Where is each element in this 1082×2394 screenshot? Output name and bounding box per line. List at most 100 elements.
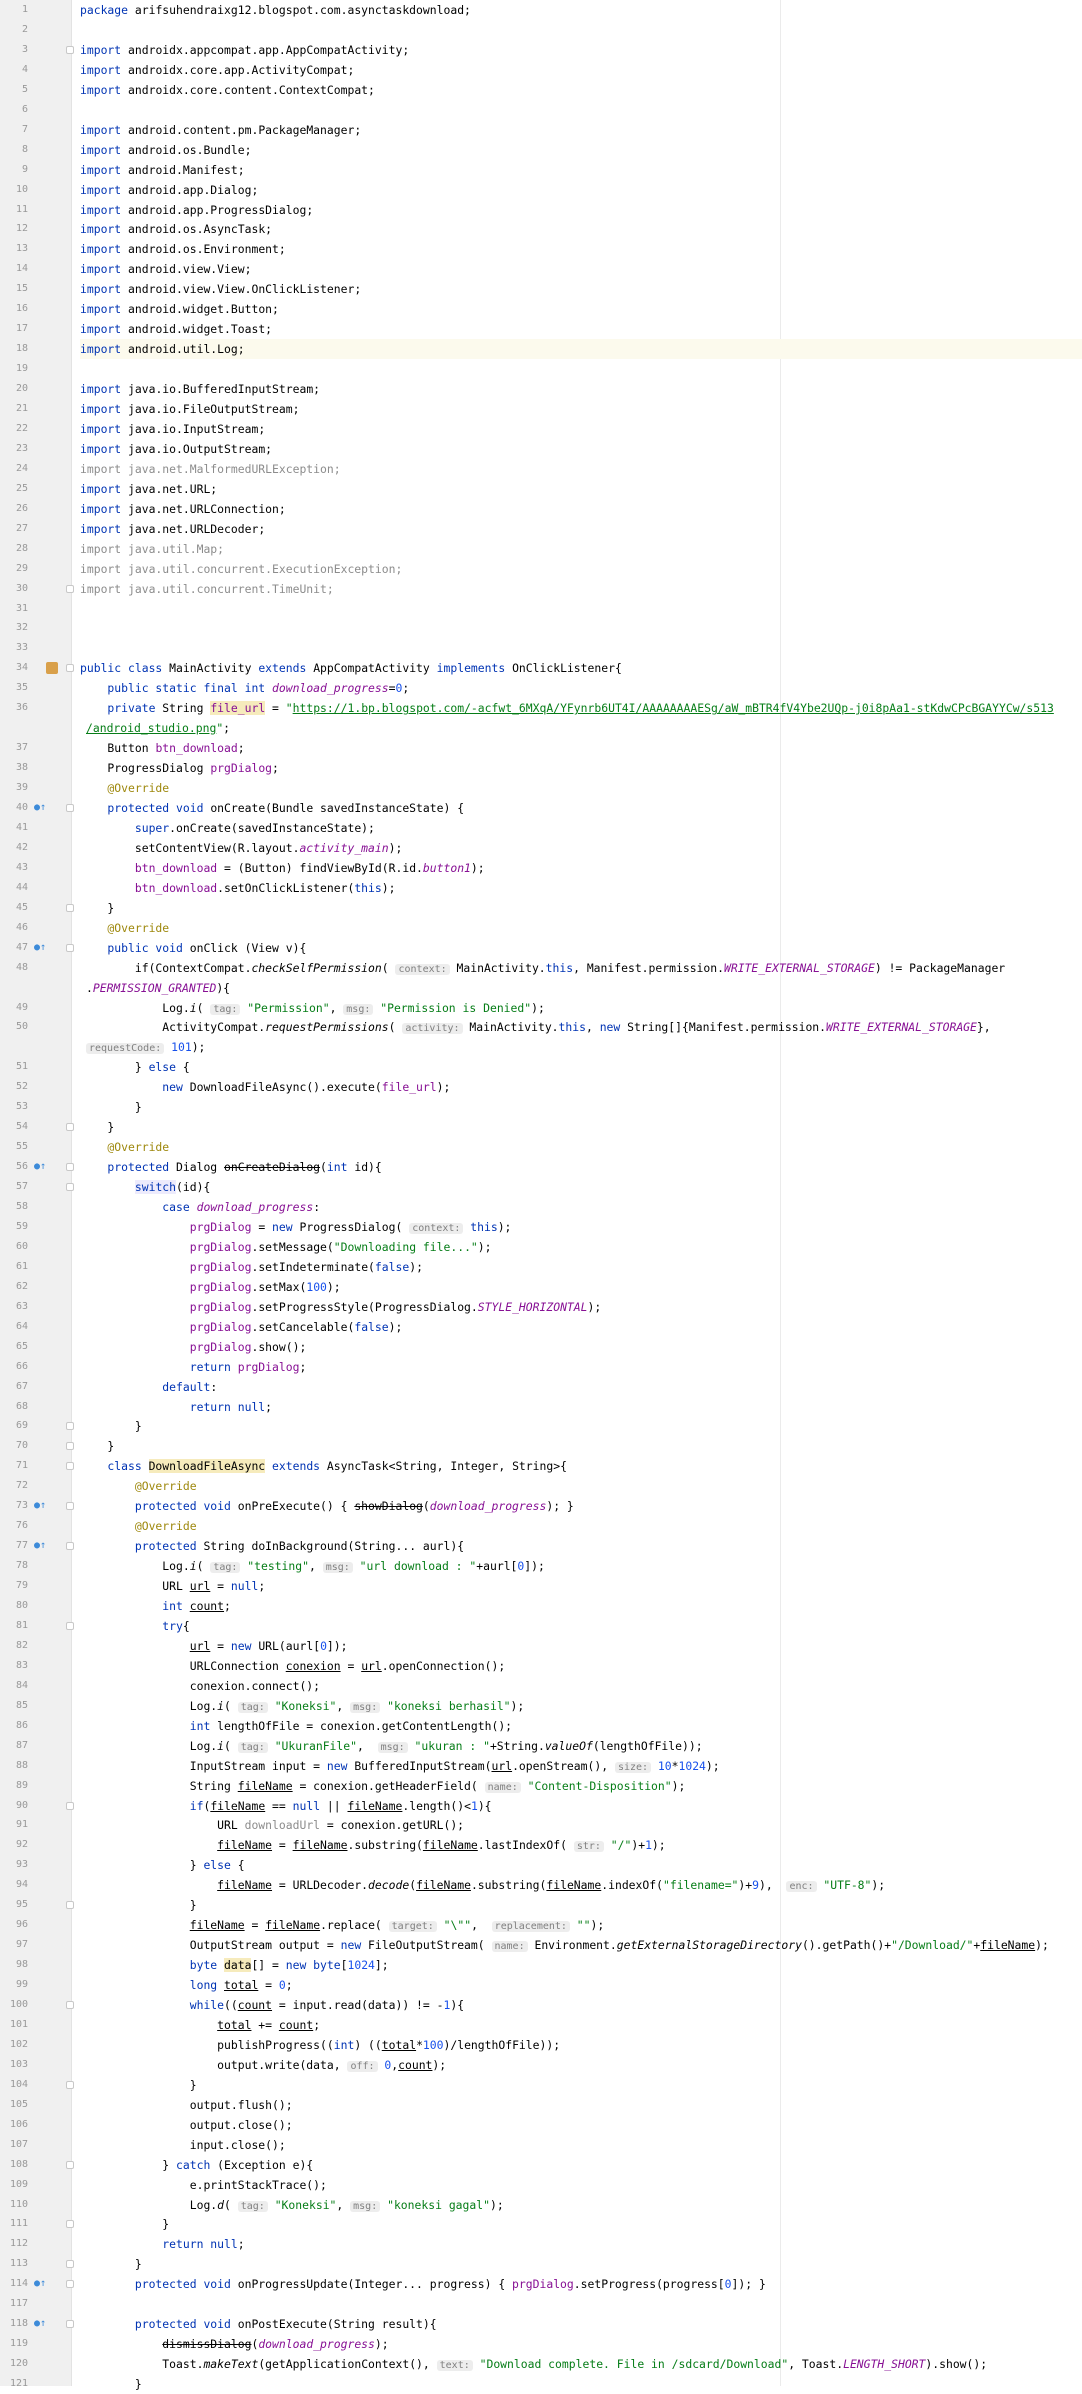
code-line[interactable]: } [80, 1895, 1082, 1915]
code-line[interactable]: URL url = null; [80, 1576, 1082, 1596]
code-line[interactable]: protected void onCreate(Bundle savedInst… [80, 798, 1082, 818]
code-line[interactable]: @Override [80, 1476, 1082, 1496]
code-line[interactable]: } else { [80, 1057, 1082, 1077]
code-line[interactable]: byte data[] = new byte[1024]; [80, 1955, 1082, 1975]
code-line[interactable]: Toast.makeText(getApplicationContext(), … [80, 2354, 1082, 2374]
code-line[interactable]: return prgDialog; [80, 1357, 1082, 1377]
code-line[interactable]: output.flush(); [80, 2095, 1082, 2115]
class-run-icon[interactable] [46, 662, 58, 675]
code-line[interactable]: import android.widget.Button; [80, 299, 1082, 319]
code-line[interactable]: import android.content.pm.PackageManager… [80, 120, 1082, 140]
fold-toggle-icon[interactable] [66, 1502, 74, 1511]
override-icon[interactable]: ●↑ [34, 2314, 46, 2334]
code-line[interactable]: import android.os.Environment; [80, 239, 1082, 259]
code-line[interactable]: Log.i( tag: "Koneksi", msg: "koneksi ber… [80, 1696, 1082, 1716]
code-line[interactable] [80, 599, 1082, 619]
code-line[interactable]: output.write(data, off: 0,count); [80, 2055, 1082, 2075]
code-line[interactable] [80, 100, 1082, 120]
code-line[interactable]: import java.net.URL; [80, 479, 1082, 499]
fold-toggle-icon[interactable] [66, 804, 74, 812]
code-line[interactable]: return null; [80, 1397, 1082, 1417]
code-line[interactable]: import android.os.Bundle; [80, 140, 1082, 160]
code-line[interactable]: } [80, 898, 1082, 918]
code-line[interactable]: String fileName = conexion.getHeaderFiel… [80, 1776, 1082, 1796]
code-line[interactable]: @Override [80, 918, 1082, 938]
code-line[interactable]: public static final int download_progres… [80, 678, 1082, 698]
code-line[interactable]: ProgressDialog prgDialog; [80, 758, 1082, 778]
code-line[interactable] [80, 2294, 1082, 2314]
code-line[interactable]: import android.widget.Toast; [80, 319, 1082, 339]
fold-toggle-icon[interactable] [66, 2001, 74, 2009]
fold-toggle-icon[interactable] [66, 584, 74, 593]
code-line[interactable]: URLConnection conexion = url.openConnect… [80, 1656, 1082, 1676]
override-icon[interactable]: ●↑ [34, 2274, 46, 2294]
fold-toggle-icon[interactable] [66, 1801, 74, 1810]
fold-toggle-icon[interactable] [66, 2260, 74, 2269]
fold-toggle-icon[interactable] [66, 1462, 74, 1471]
code-line[interactable]: public void onClick (View v){ [80, 938, 1082, 958]
code-line[interactable]: import java.io.OutputStream; [80, 439, 1082, 459]
code-line[interactable]: protected Dialog onCreateDialog(int id){ [80, 1157, 1082, 1177]
code-line[interactable]: import java.util.concurrent.ExecutionExc… [80, 559, 1082, 579]
code-line[interactable]: import android.app.ProgressDialog; [80, 200, 1082, 220]
code-line[interactable]: package arifsuhendraixg12.blogspot.com.a… [80, 0, 1082, 20]
code-line[interactable]: .PERMISSION_GRANTED){ [86, 978, 1082, 998]
fold-toggle-icon[interactable] [66, 2320, 74, 2329]
override-icon[interactable]: ●↑ [34, 1157, 46, 1177]
override-icon[interactable]: ●↑ [34, 1536, 46, 1556]
fold-toggle-icon[interactable] [66, 1901, 74, 1910]
override-icon[interactable]: ●↑ [34, 1496, 46, 1516]
fold-toggle-icon[interactable] [66, 2160, 74, 2169]
code-line[interactable]: import java.util.concurrent.TimeUnit; [80, 579, 1082, 599]
code-line[interactable]: btn_download.setOnClickListener(this); [80, 878, 1082, 898]
code-line[interactable]: import java.io.FileOutputStream; [80, 399, 1082, 419]
code-line[interactable]: private String file_url = "https://1.bp.… [80, 698, 1082, 718]
code-line[interactable]: Button btn_download; [80, 738, 1082, 758]
code-line[interactable]: import androidx.core.content.ContextComp… [80, 80, 1082, 100]
code-line[interactable]: prgDialog.setCancelable(false); [80, 1317, 1082, 1337]
fold-toggle-icon[interactable] [66, 943, 74, 952]
code-line[interactable]: fileName = URLDecoder.decode(fileName.su… [80, 1875, 1082, 1895]
code-line[interactable]: } [80, 2374, 1082, 2394]
code-line[interactable]: prgDialog = new ProgressDialog( context:… [80, 1217, 1082, 1237]
code-line[interactable]: protected String doInBackground(String..… [80, 1536, 1082, 1556]
code-line[interactable]: protected void onProgressUpdate(Integer.… [80, 2274, 1082, 2294]
fold-toggle-icon[interactable] [66, 2280, 74, 2289]
code-line[interactable] [80, 20, 1082, 40]
code-line[interactable]: if(ContextCompat.checkSelfPermission( co… [80, 958, 1082, 978]
code-line[interactable]: Log.i( tag: "Permission", msg: "Permissi… [80, 998, 1082, 1018]
code-line[interactable]: ActivityCompat.requestPermissions( activ… [80, 1017, 1082, 1037]
code-line[interactable] [80, 618, 1082, 638]
code-line[interactable]: import android.util.Log; [80, 339, 1082, 360]
override-icon[interactable]: ●↑ [34, 798, 46, 818]
code-line[interactable]: import android.Manifest; [80, 160, 1082, 180]
code-line[interactable]: btn_download = (Button) findViewById(R.i… [80, 858, 1082, 878]
code-line[interactable]: case download_progress: [80, 1197, 1082, 1217]
code-line[interactable]: requestCode: 101); [86, 1037, 1082, 1057]
code-line[interactable]: super.onCreate(savedInstanceState); [80, 818, 1082, 838]
code-line[interactable]: prgDialog.setMax(100); [80, 1277, 1082, 1297]
fold-toggle-icon[interactable] [66, 1542, 74, 1551]
fold-toggle-icon[interactable] [66, 1442, 74, 1451]
code-line[interactable]: class DownloadFileAsync extends AsyncTas… [80, 1456, 1082, 1476]
code-line[interactable]: } [80, 2214, 1082, 2234]
fold-toggle-icon[interactable] [66, 1621, 74, 1630]
code-line[interactable]: prgDialog.setMessage("Downloading file..… [80, 1237, 1082, 1257]
code-line[interactable]: import android.app.Dialog; [80, 180, 1082, 200]
code-line[interactable]: import java.net.URLDecoder; [80, 519, 1082, 539]
code-line[interactable]: InputStream input = new BufferedInputStr… [80, 1756, 1082, 1776]
code-line[interactable]: import androidx.core.app.ActivityCompat; [80, 60, 1082, 80]
fold-toggle-icon[interactable] [66, 1422, 74, 1431]
code-line[interactable]: } [80, 2075, 1082, 2095]
code-line[interactable]: output.close(); [80, 2115, 1082, 2135]
code-line[interactable]: import android.os.AsyncTask; [80, 219, 1082, 239]
code-line[interactable] [80, 359, 1082, 379]
code-line[interactable]: int lengthOfFile = conexion.getContentLe… [80, 1716, 1082, 1736]
fold-toggle-icon[interactable] [66, 2220, 74, 2229]
code-line[interactable]: setContentView(R.layout.activity_main); [80, 838, 1082, 858]
code-line[interactable]: conexion.connect(); [80, 1676, 1082, 1696]
code-line[interactable]: } [80, 1117, 1082, 1137]
code-line[interactable]: fileName = fileName.replace( target: "\"… [80, 1915, 1082, 1935]
code-line[interactable]: prgDialog.setIndeterminate(false); [80, 1257, 1082, 1277]
code-line[interactable]: protected void onPreExecute() { showDial… [80, 1496, 1082, 1516]
